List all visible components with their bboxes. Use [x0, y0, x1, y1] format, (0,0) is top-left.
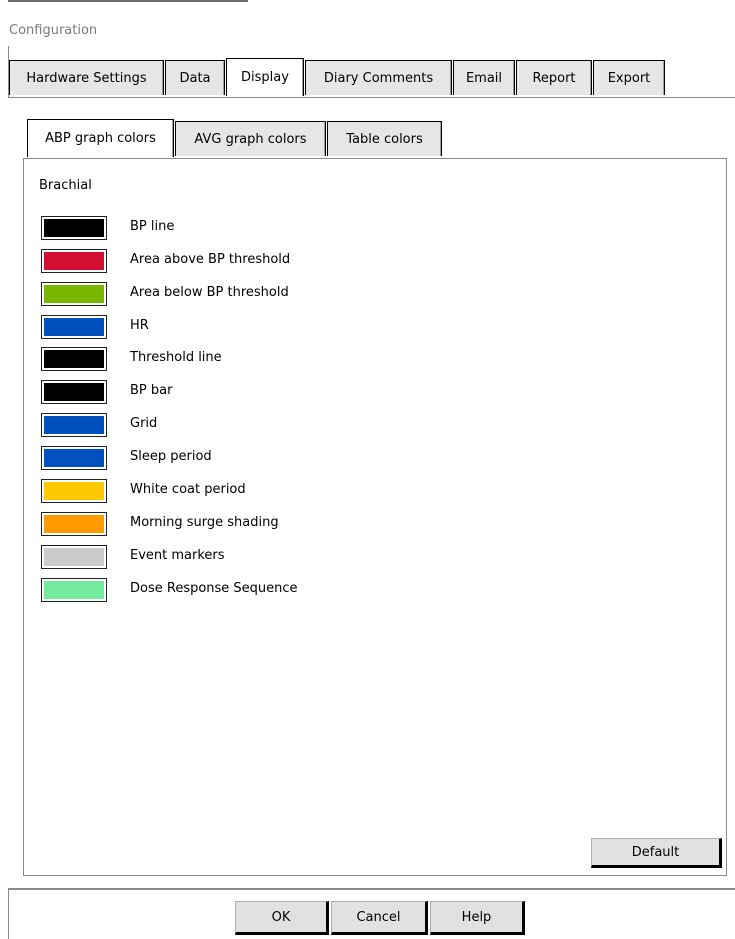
color-label: Morning surge shading — [130, 515, 279, 530]
color-fill — [44, 219, 104, 237]
tab-label: Email — [465, 70, 503, 86]
tab-email[interactable]: Email — [453, 60, 515, 95]
tab-abp-graph-colors[interactable]: ABP graph colors — [27, 119, 174, 157]
help-button[interactable]: Help — [430, 901, 525, 935]
color-fill — [44, 285, 104, 303]
color-label: Threshold line — [130, 350, 222, 365]
tab-diary-comments[interactable]: Diary Comments — [305, 60, 452, 95]
cancel-button[interactable]: Cancel — [331, 901, 428, 935]
color-swatch[interactable] — [41, 249, 107, 273]
color-row-threshold-line: Threshold line — [41, 347, 441, 373]
tab-data[interactable]: Data — [165, 60, 225, 95]
color-label: BP bar — [130, 383, 173, 398]
color-swatch[interactable] — [41, 446, 107, 470]
color-fill — [44, 449, 104, 467]
color-row-morning-surge-shading: Morning surge shading — [41, 512, 441, 538]
color-label: BP line — [130, 219, 175, 234]
ok-button[interactable]: OK — [235, 901, 329, 935]
color-label: Grid — [130, 416, 158, 431]
tab-label: Table colors — [346, 131, 423, 147]
color-label: Event markers — [130, 548, 225, 563]
color-swatch[interactable] — [41, 347, 107, 371]
tab-table-colors[interactable]: Table colors — [327, 121, 442, 156]
tab-label: ABP graph colors — [45, 131, 156, 146]
title-bar-edge — [8, 0, 248, 2]
color-fill — [44, 581, 104, 599]
color-swatch[interactable] — [41, 282, 107, 306]
tab-avg-graph-colors[interactable]: AVG graph colors — [175, 121, 326, 156]
tab-label: Hardware Settings — [26, 70, 147, 86]
color-fill — [44, 383, 104, 401]
color-fill — [44, 482, 104, 500]
color-swatch[interactable] — [41, 479, 107, 503]
window-title: Configuration — [9, 23, 98, 38]
inner-tab-strip: ABP graph colors AVG graph colors Table … — [27, 119, 467, 159]
default-button[interactable]: Default — [591, 838, 722, 868]
tab-export[interactable]: Export — [593, 60, 665, 95]
tab-label: AVG graph colors — [194, 131, 307, 147]
tab-label: Export — [607, 70, 651, 86]
color-label: Area below BP threshold — [130, 285, 289, 300]
color-label: Dose Response Sequence — [130, 581, 298, 596]
title-bar: Configuration — [0, 0, 735, 46]
color-swatch[interactable] — [41, 578, 107, 602]
color-fill — [44, 350, 104, 368]
color-swatch[interactable] — [41, 413, 107, 437]
color-label: White coat period — [130, 482, 246, 497]
color-fill — [44, 515, 104, 533]
color-fill — [44, 252, 104, 270]
tab-label: Data — [179, 70, 211, 86]
color-row-white-coat-period: White coat period — [41, 479, 441, 505]
color-row-event-markers: Event markers — [41, 545, 441, 571]
tab-hardware-settings[interactable]: Hardware Settings — [9, 60, 164, 95]
color-label: HR — [130, 318, 149, 333]
color-row-sleep-period: Sleep period — [41, 446, 441, 472]
group-label-brachial: Brachial — [39, 178, 92, 193]
color-row-area-below-threshold: Area below BP threshold — [41, 282, 441, 308]
color-label: Sleep period — [130, 449, 212, 464]
color-swatch[interactable] — [41, 545, 107, 569]
color-fill — [44, 416, 104, 434]
color-row-hr: HR — [41, 315, 441, 341]
tab-label: Diary Comments — [323, 70, 434, 86]
color-label: Area above BP threshold — [130, 252, 291, 267]
color-swatch[interactable] — [41, 380, 107, 404]
color-fill — [44, 548, 104, 566]
color-swatch[interactable] — [41, 216, 107, 240]
tab-label: Report — [532, 70, 576, 86]
tab-display[interactable]: Display — [226, 58, 304, 96]
tab-report[interactable]: Report — [516, 60, 592, 95]
color-row-area-above-threshold: Area above BP threshold — [41, 249, 441, 275]
color-row-bp-bar: BP bar — [41, 380, 441, 406]
color-row-bp-line: BP line — [41, 216, 441, 242]
outer-tab-strip: Hardware Settings Data Display Diary Com… — [9, 58, 729, 97]
color-swatch[interactable] — [41, 512, 107, 536]
color-fill — [44, 318, 104, 336]
tab-label: Display — [241, 70, 289, 85]
color-swatch[interactable] — [41, 315, 107, 339]
color-row-grid: Grid — [41, 413, 441, 439]
color-row-dose-response-sequence: Dose Response Sequence — [41, 578, 441, 604]
